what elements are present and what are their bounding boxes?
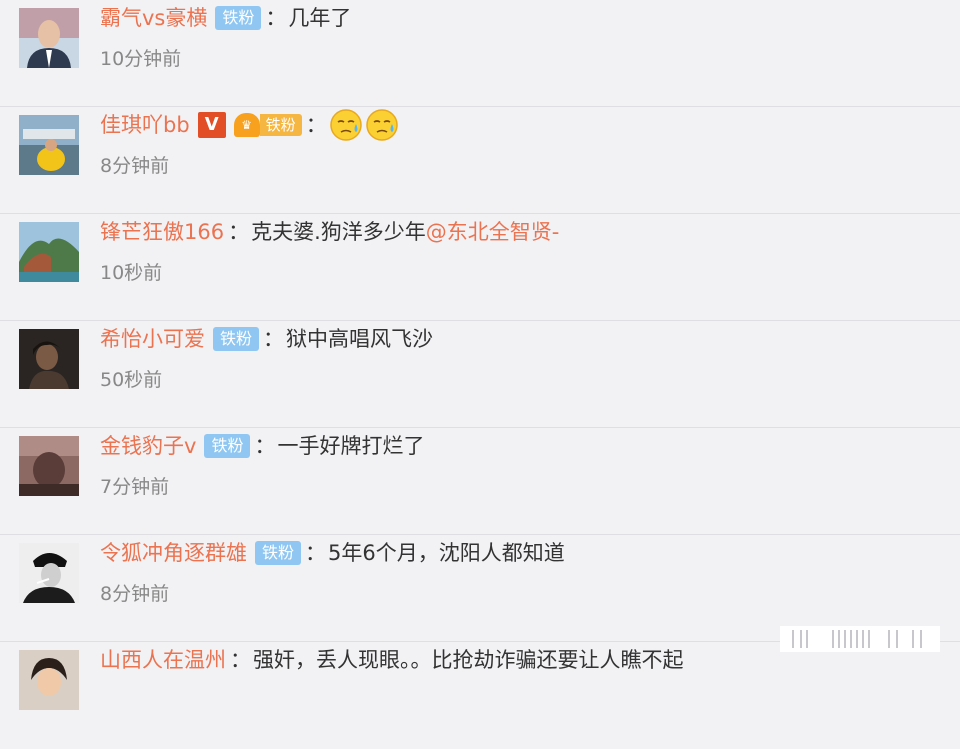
- colon: ：: [265, 6, 287, 30]
- comment-text: 克夫婆.狗洋多少年: [251, 220, 426, 244]
- comment-line: 令狐冲角逐群雄 铁粉 ： 5年6个月，沈阳人都知道: [100, 535, 565, 571]
- fan-badge[interactable]: 铁粉: [255, 541, 302, 565]
- avatar[interactable]: [19, 115, 79, 175]
- username-link[interactable]: 希怡小可爱: [100, 321, 205, 357]
- sweat-smile-emoji-icon: [365, 109, 398, 141]
- fan-badge[interactable]: 铁粉: [204, 434, 251, 458]
- comment-text: 一手好牌打烂了: [277, 434, 425, 458]
- comment-item: 山西人在温州 ： 强奸，丢人现眼。。比抢劫诈骗还要让人瞧不起: [0, 642, 960, 749]
- vip-icon[interactable]: V: [197, 112, 226, 138]
- colon: ：: [263, 327, 285, 351]
- avatar[interactable]: [19, 329, 79, 389]
- timestamp: 10分钟前: [100, 48, 182, 70]
- timestamp: 8分钟前: [100, 583, 170, 605]
- avatar[interactable]: [19, 543, 79, 603]
- avatar[interactable]: [19, 222, 79, 282]
- username-link[interactable]: 霸气vs豪横: [100, 0, 207, 36]
- comment-line: 佳琪吖bb V ♛ 铁粉 ：: [100, 107, 401, 143]
- username-link[interactable]: 山西人在温州: [100, 642, 226, 678]
- comment-line: 锋芒狂傲166 ： 克夫婆.狗洋多少年 @东北全智贤-: [100, 214, 559, 250]
- username-link[interactable]: 佳琪吖bb: [100, 107, 190, 143]
- fan-badge[interactable]: 铁粉: [215, 6, 262, 30]
- crown-icon: ♛: [233, 113, 260, 137]
- comment-item: 金钱豹子v 铁粉 ： 一手好牌打烂了 7分钟前: [0, 428, 960, 535]
- timestamp: 50秒前: [100, 369, 163, 391]
- comment-line: 金钱豹子v 铁粉 ： 一手好牌打烂了: [100, 428, 424, 464]
- comment-text: 5年6个月，沈阳人都知道: [328, 541, 565, 565]
- sweat-smile-emoji-icon: [329, 109, 362, 141]
- username-link[interactable]: 金钱豹子v: [100, 428, 196, 464]
- username-link[interactable]: 锋芒狂傲166: [100, 214, 224, 250]
- watermark: [780, 626, 940, 652]
- comment-item: 佳琪吖bb V ♛ 铁粉 ： 8分钟前: [0, 107, 960, 214]
- colon: ：: [230, 648, 251, 672]
- mention-link[interactable]: @东北全智贤-: [426, 214, 560, 250]
- comment-line: 希怡小可爱 铁粉 ： 狱中高唱风飞沙: [100, 321, 433, 357]
- avatar[interactable]: [19, 8, 79, 68]
- timestamp: 10秒前: [100, 262, 163, 284]
- username-link[interactable]: 令狐冲角逐群雄: [100, 535, 247, 571]
- comment-line: 霸气vs豪横 铁粉 ： 几年了: [100, 0, 351, 36]
- comment-line: 山西人在温州 ： 强奸，丢人现眼。。比抢劫诈骗还要让人瞧不起: [100, 642, 684, 678]
- comment-item: 锋芒狂傲166 ： 克夫婆.狗洋多少年 @东北全智贤- 10秒前: [0, 214, 960, 321]
- colon: ：: [305, 541, 327, 565]
- fan-badge[interactable]: 铁粉: [213, 327, 260, 351]
- comment-text: 狱中高唱风飞沙: [286, 327, 434, 351]
- gold-fan-label: 铁粉: [259, 114, 302, 136]
- comment-text: 几年了: [288, 6, 352, 30]
- timestamp: 8分钟前: [100, 155, 170, 177]
- comment-text: 强奸，丢人现眼。。比抢劫诈骗还要让人瞧不起: [253, 648, 684, 672]
- timestamp: 7分钟前: [100, 476, 170, 498]
- colon: ：: [228, 220, 250, 244]
- colon: ：: [305, 113, 327, 137]
- comment-item: 希怡小可爱 铁粉 ： 狱中高唱风飞沙 50秒前: [0, 321, 960, 428]
- comment-item: 霸气vs豪横 铁粉 ： 几年了 10分钟前: [0, 0, 960, 107]
- avatar[interactable]: [19, 650, 79, 710]
- gold-fan-badge[interactable]: ♛ 铁粉: [233, 113, 302, 137]
- colon: ：: [254, 434, 276, 458]
- avatar[interactable]: [19, 436, 79, 496]
